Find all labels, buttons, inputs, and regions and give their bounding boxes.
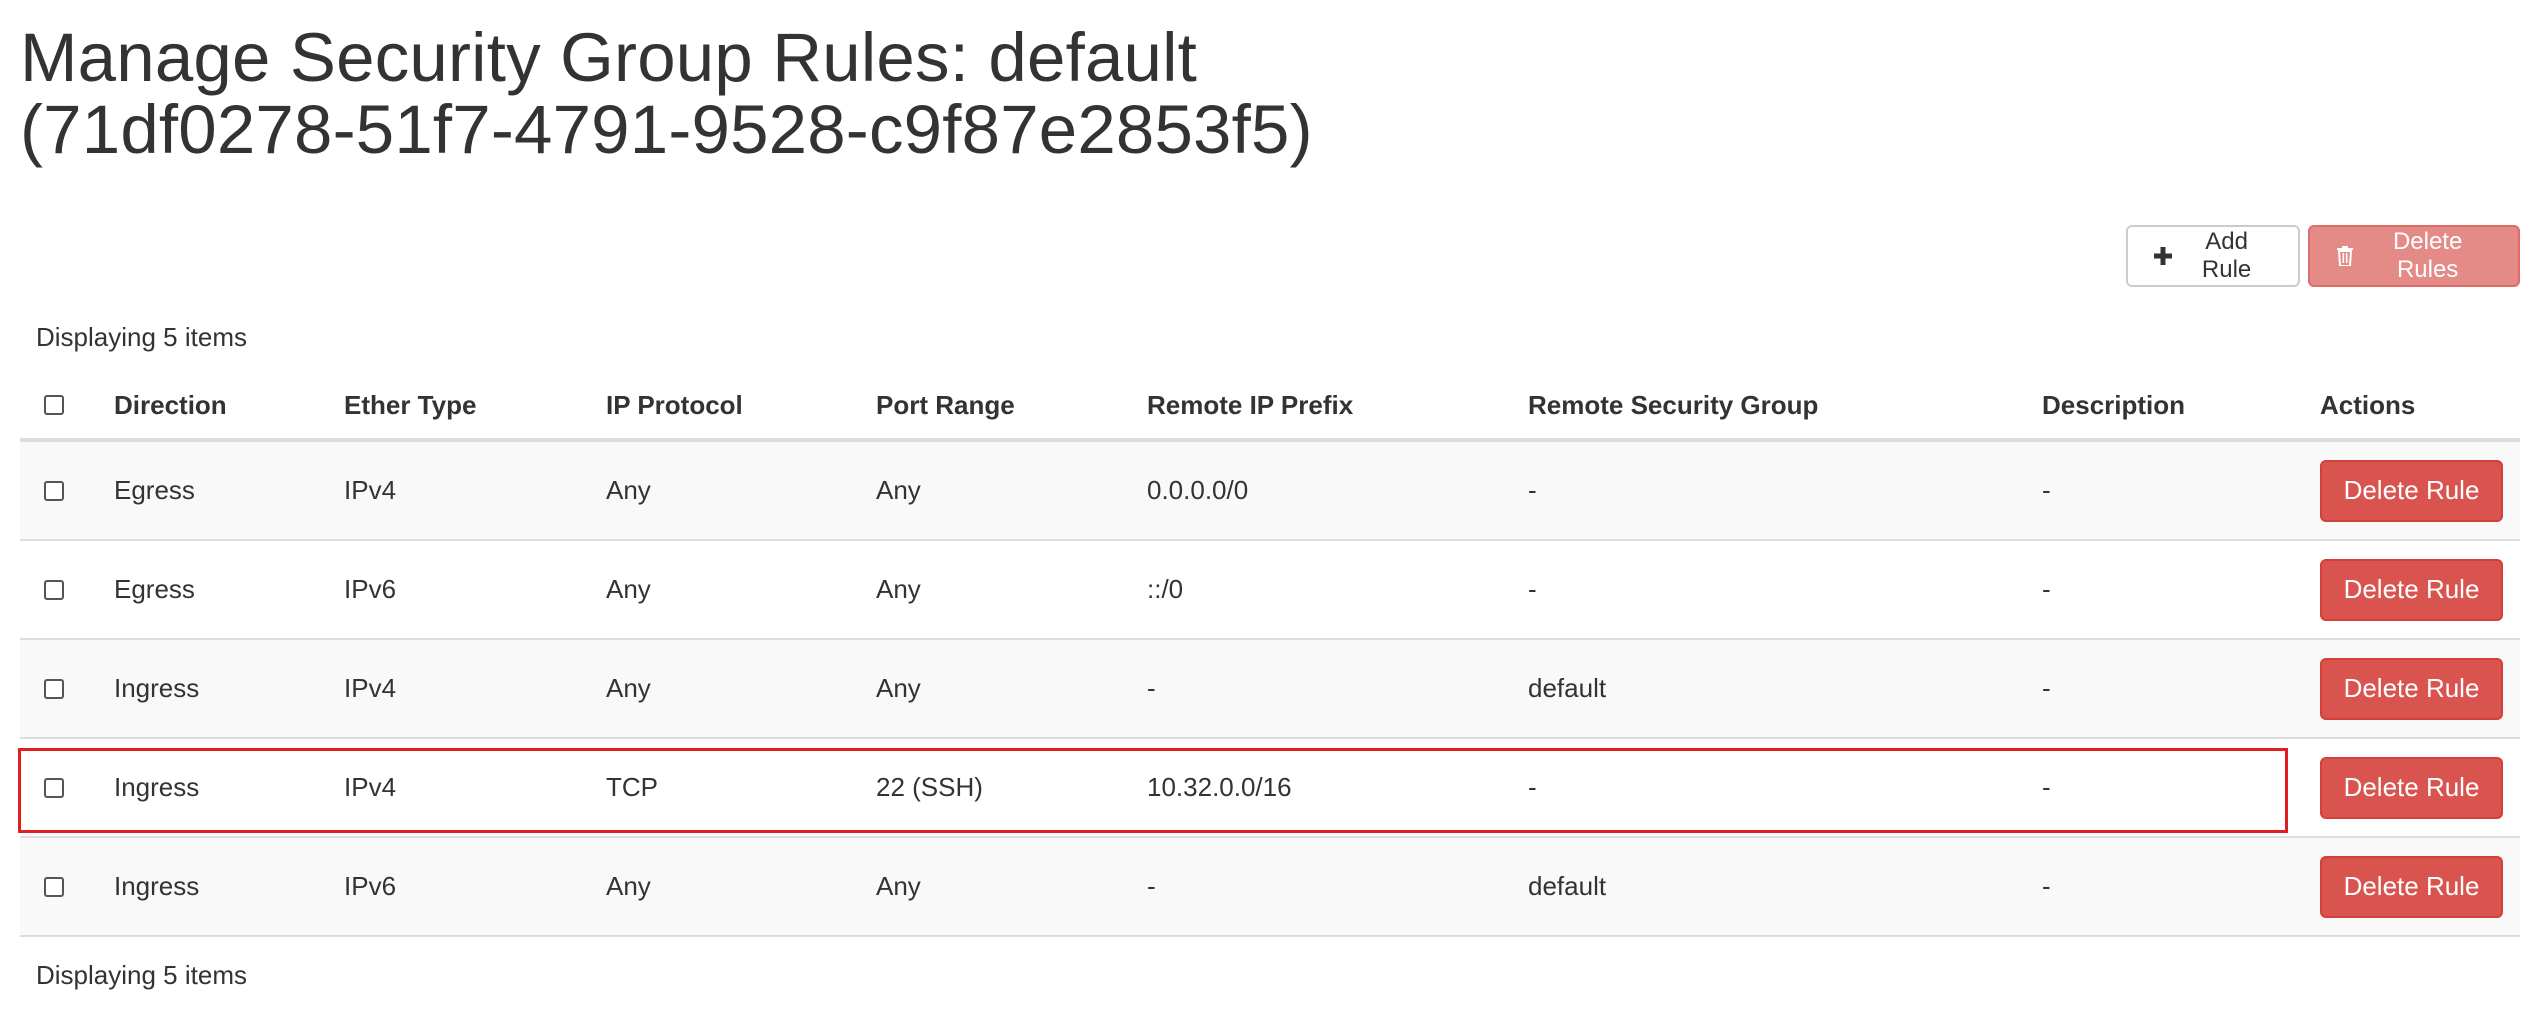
cell-ether-type: IPv6	[344, 871, 397, 901]
trash-icon	[2334, 245, 2355, 267]
column-header-port-range[interactable]: Port Range	[876, 372, 1015, 438]
page-title-line-1: Manage Security Group Rules: default	[20, 19, 1197, 96]
cell-port-range: 22 (SSH)	[876, 772, 983, 802]
table-row: Egress IPv4 Any Any 0.0.0.0/0 - - Delete…	[20, 442, 2520, 541]
page-title: Manage Security Group Rules: default (71…	[20, 22, 1313, 166]
page: Manage Security Group Rules: default (71…	[0, 0, 2542, 1016]
cell-port-range: Any	[876, 475, 921, 505]
column-header-description[interactable]: Description	[2042, 372, 2185, 438]
delete-rule-button[interactable]: Delete Rule	[2320, 558, 2503, 621]
security-group-rules-table: Direction Ether Type IP Protocol Port Ra…	[20, 372, 2520, 937]
column-header-remote-ip-prefix[interactable]: Remote IP Prefix	[1147, 372, 1353, 438]
delete-rule-button[interactable]: Delete Rule	[2320, 459, 2503, 522]
cell-remote-ip-prefix: ::/0	[1147, 574, 1184, 604]
cell-actions: Delete Rule	[2320, 838, 2503, 935]
row-checkbox[interactable]	[44, 678, 64, 699]
cell-actions: Delete Rule	[2320, 442, 2503, 539]
row-select-cell	[44, 640, 64, 737]
cell-ether-type: IPv4	[344, 772, 397, 802]
page-title-line-2: (71df0278-51f7-4791-9528-c9f87e2853f5)	[20, 91, 1313, 168]
delete-rules-label: Delete Rules	[2392, 228, 2463, 283]
cell-actions: Delete Rule	[2320, 739, 2503, 836]
cell-ether-type: IPv4	[344, 673, 397, 703]
table-header-row: Direction Ether Type IP Protocol Port Ra…	[20, 372, 2520, 442]
cell-description: -	[2042, 574, 2051, 604]
cell-ip-protocol: TCP	[606, 772, 658, 802]
column-header-direction[interactable]: Direction	[114, 372, 227, 438]
row-select-cell	[44, 442, 64, 539]
cell-description: -	[2042, 673, 2051, 703]
cell-direction: Ingress	[114, 871, 200, 901]
row-select-cell	[44, 739, 64, 836]
row-checkbox[interactable]	[44, 876, 64, 897]
cell-ip-protocol: Any	[606, 475, 651, 505]
cell-port-range: Any	[876, 574, 921, 604]
cell-remote-ip-prefix: 10.32.0.0/16	[1147, 772, 1292, 802]
add-rule-label: Add Rule	[2201, 228, 2252, 283]
header-select-cell	[44, 372, 64, 438]
cell-ether-type: IPv4	[344, 475, 397, 505]
add-rule-button[interactable]: Add Rule	[2126, 225, 2300, 287]
delete-rules-button[interactable]: Delete Rules	[2308, 225, 2520, 287]
table-row: Ingress IPv4 Any Any - default - Delete …	[20, 640, 2520, 739]
delete-rule-button[interactable]: Delete Rule	[2320, 855, 2503, 918]
cell-ip-protocol: Any	[606, 871, 651, 901]
cell-remote-security-group: default	[1528, 871, 1607, 901]
select-all-checkbox[interactable]	[44, 395, 64, 415]
cell-remote-ip-prefix: -	[1147, 673, 1156, 703]
row-select-cell	[44, 838, 64, 935]
cell-port-range: Any	[876, 871, 921, 901]
cell-ip-protocol: Any	[606, 574, 651, 604]
cell-remote-security-group: -	[1528, 772, 1537, 802]
cell-direction: Egress	[114, 475, 195, 505]
column-header-ether-type[interactable]: Ether Type	[344, 372, 476, 438]
row-checkbox[interactable]	[44, 579, 64, 600]
column-header-actions: Actions	[2320, 389, 2416, 420]
cell-actions: Delete Rule	[2320, 640, 2503, 737]
delete-rule-button[interactable]: Delete Rule	[2320, 756, 2503, 819]
cell-description: -	[2042, 475, 2051, 505]
column-header-remote-security-group[interactable]: Remote Security Group	[1528, 372, 1818, 438]
cell-description: -	[2042, 772, 2051, 802]
cell-remote-security-group: -	[1528, 574, 1537, 604]
row-checkbox[interactable]	[44, 777, 64, 798]
cell-port-range: Any	[876, 673, 921, 703]
plus-icon	[2152, 245, 2173, 267]
cell-direction: Egress	[114, 574, 195, 604]
table-actions-toolbar: Add Rule Delete Rules	[2126, 225, 2520, 287]
row-select-cell	[44, 541, 64, 638]
table-row: Egress IPv6 Any Any ::/0 - - Delete Rule	[20, 541, 2520, 640]
delete-rule-button[interactable]: Delete Rule	[2320, 657, 2503, 720]
cell-remote-security-group: default	[1528, 673, 1607, 703]
cell-description: -	[2042, 871, 2051, 901]
cell-direction: Ingress	[114, 772, 200, 802]
items-count-top: Displaying 5 items	[36, 322, 247, 352]
row-checkbox[interactable]	[44, 480, 64, 501]
table-row: Ingress IPv6 Any Any - default - Delete …	[20, 838, 2520, 937]
cell-remote-security-group: -	[1528, 475, 1537, 505]
cell-ether-type: IPv6	[344, 574, 397, 604]
column-header-ip-protocol[interactable]: IP Protocol	[606, 372, 743, 438]
cell-remote-ip-prefix: 0.0.0.0/0	[1147, 475, 1249, 505]
cell-direction: Ingress	[114, 673, 200, 703]
cell-ip-protocol: Any	[606, 673, 651, 703]
cell-actions: Delete Rule	[2320, 541, 2503, 638]
table-row: Ingress IPv4 TCP 22 (SSH) 10.32.0.0/16 -…	[20, 739, 2520, 838]
cell-remote-ip-prefix: -	[1147, 871, 1156, 901]
items-count-bottom: Displaying 5 items	[36, 960, 247, 990]
